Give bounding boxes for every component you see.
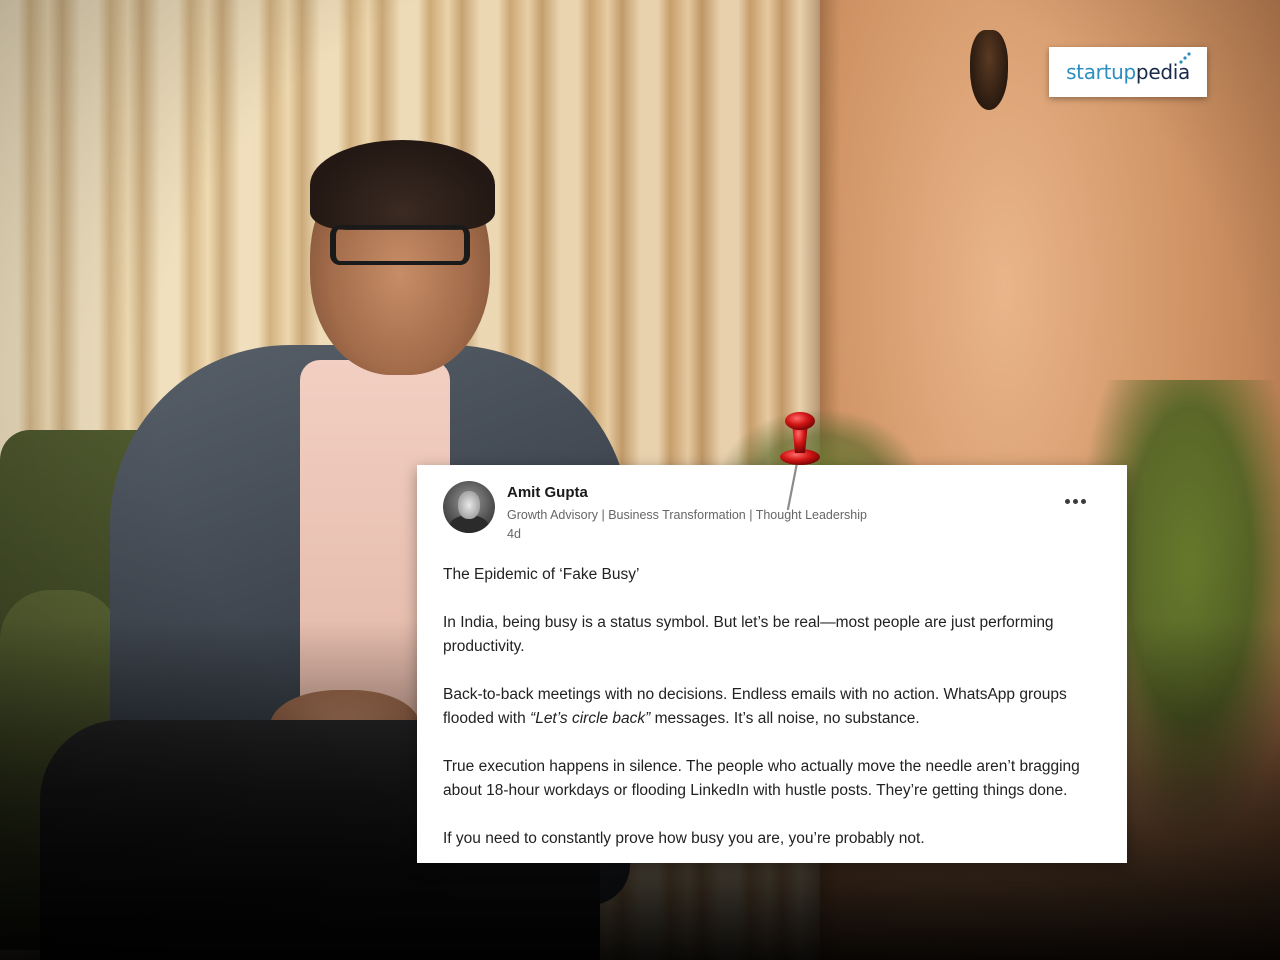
more-horizontal-icon[interactable] [1057, 487, 1093, 515]
post-paragraph-4: If you need to constantly prove how busy… [443, 830, 925, 847]
post-title: The Epidemic of ‘Fake Busy’ [443, 566, 640, 583]
push-pin-icon [780, 412, 820, 511]
paragraph-2-quote: “Let’s circle back” [530, 710, 651, 727]
logo-spark-icon [1179, 52, 1191, 64]
post-timestamp: 4d [507, 527, 521, 541]
paragraph-2-after: messages. It’s all noise, no substance. [650, 710, 920, 727]
dot [1080, 498, 1086, 504]
author-name[interactable]: Amit Gupta [507, 484, 588, 501]
dot [1072, 498, 1078, 504]
post-body: The Epidemic of ‘Fake Busy’ In India, be… [443, 563, 1103, 851]
logo-wordmark: startuppedia [1066, 60, 1190, 84]
logo-part-a: startup [1066, 60, 1136, 84]
post-paragraph-1: In India, being busy is a status symbol.… [443, 614, 1054, 655]
dot [1064, 498, 1070, 504]
avatar-face [458, 491, 480, 519]
post-paragraph-3: True execution happens in silence. The p… [443, 758, 1080, 799]
avatar[interactable] [443, 481, 495, 533]
linkedin-post-card: Amit Gupta Growth Advisory | Business Tr… [417, 465, 1127, 863]
post-paragraph-2: Back-to-back meetings with no decisions.… [443, 683, 1103, 731]
